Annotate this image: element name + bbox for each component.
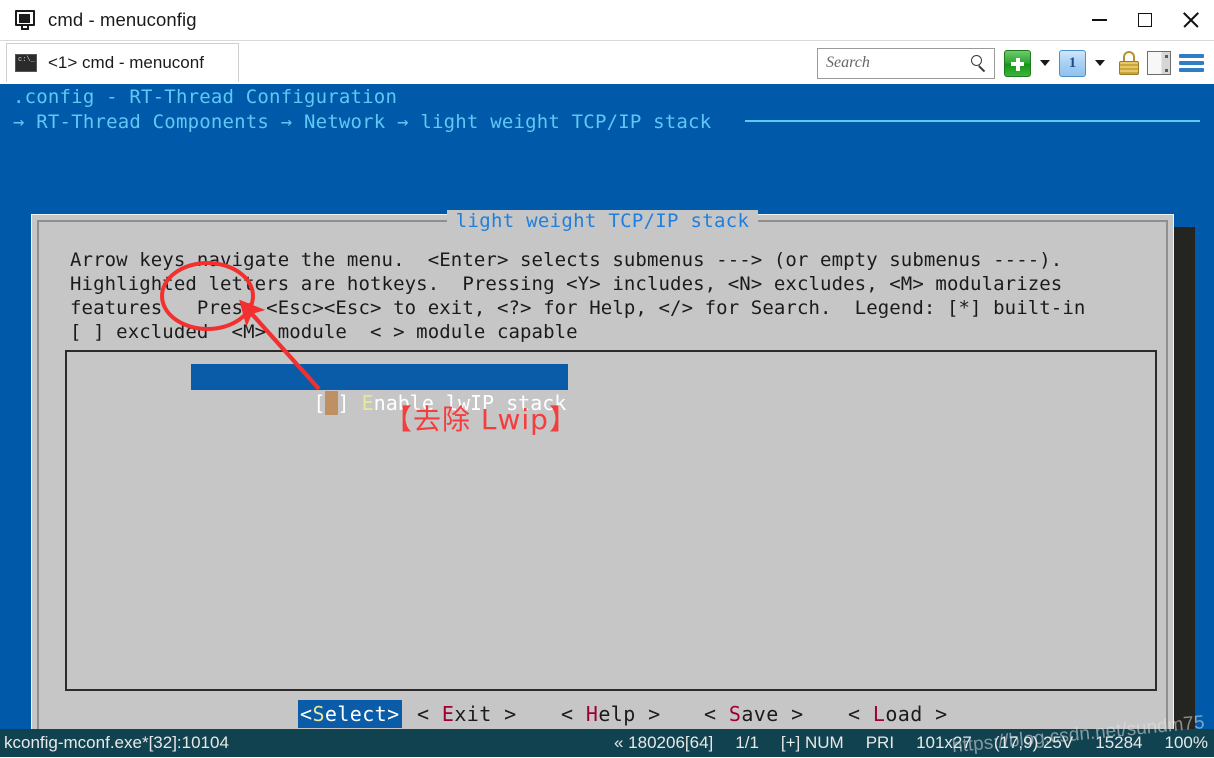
status-item-build: « 180206[64] bbox=[614, 733, 714, 752]
checkbox-close-bracket: ] bbox=[337, 391, 362, 415]
annotation-text: 【去除 Lwip】 bbox=[384, 403, 578, 436]
status-item-pri: PRI bbox=[865, 733, 895, 752]
config-title: .config - RT-Thread Configuration bbox=[13, 86, 398, 108]
panel-toggle-icon[interactable] bbox=[1147, 51, 1171, 75]
menu-item-hotkey: E bbox=[361, 391, 374, 415]
minimize-button[interactable] bbox=[1076, 0, 1122, 40]
tab-label: <1> cmd - menuconf bbox=[48, 53, 204, 72]
dialog-title-text: light weight TCP/IP stack bbox=[446, 210, 759, 232]
help-right-bracket: > bbox=[635, 702, 661, 726]
help-label: elp bbox=[598, 702, 636, 726]
save-button[interactable]: < Save > bbox=[704, 700, 804, 728]
load-hotkey: L bbox=[872, 702, 886, 726]
status-process: kconfig-mconf.exe*[32]:10104 bbox=[4, 733, 229, 752]
console-icon: c:\_ bbox=[15, 54, 37, 72]
lock-icon[interactable] bbox=[1118, 50, 1140, 76]
load-button[interactable]: < Load > bbox=[848, 700, 948, 728]
exit-right-bracket: > bbox=[491, 702, 517, 726]
select-right-bracket: > bbox=[387, 702, 400, 726]
help-hotkey: H bbox=[585, 702, 599, 726]
console-monitor-icon bbox=[14, 9, 36, 31]
exit-label: xit bbox=[454, 702, 492, 726]
status-bar: kconfig-mconf.exe*[32]:10104 « 180206[64… bbox=[0, 729, 1214, 757]
window-title-bar: cmd - menuconfig bbox=[0, 0, 1214, 41]
search-box[interactable] bbox=[817, 47, 995, 79]
maximize-button[interactable] bbox=[1122, 0, 1168, 40]
tab-toolbar-row: c:\_ <1> cmd - menuconf 1 bbox=[0, 41, 1214, 84]
console-icon-glyph: c:\_ bbox=[18, 56, 35, 64]
tab-number-button[interactable]: 1 bbox=[1059, 49, 1086, 77]
select-left-bracket: < bbox=[300, 702, 313, 726]
exit-hotkey: E bbox=[441, 702, 455, 726]
help-left-bracket: < bbox=[561, 702, 586, 726]
dialog-button-row: <Select> < Exit > < Help > < Save > < Lo… bbox=[39, 700, 1166, 728]
help-button[interactable]: < Help > bbox=[561, 700, 661, 728]
hamburger-menu-icon[interactable] bbox=[1179, 53, 1204, 73]
window-title: cmd - menuconfig bbox=[48, 9, 197, 30]
dialog-title: light weight TCP/IP stack bbox=[39, 210, 1166, 232]
toolbar: 1 bbox=[817, 45, 1206, 81]
annotation-arrow bbox=[239, 299, 321, 391]
load-right-bracket: > bbox=[922, 702, 948, 726]
exit-left-bracket: < bbox=[417, 702, 442, 726]
select-label: elect bbox=[324, 702, 388, 726]
load-label: oad bbox=[885, 702, 923, 726]
new-tab-button[interactable] bbox=[1004, 49, 1031, 77]
status-item-size: 101x27 bbox=[916, 733, 972, 752]
search-icon[interactable] bbox=[971, 54, 988, 72]
status-item-zoom: 100% bbox=[1164, 733, 1208, 752]
load-left-bracket: < bbox=[848, 702, 873, 726]
status-item-mem: 15284 bbox=[1095, 733, 1143, 752]
select-button[interactable]: <Select> bbox=[298, 700, 402, 728]
status-metrics: « 180206[64] 1/1 [+] NUM PRI 101x27 (17,… bbox=[614, 733, 1208, 753]
save-hotkey: S bbox=[728, 702, 742, 726]
save-label: ave bbox=[741, 702, 779, 726]
status-item-cursor: (17,9) 25V bbox=[993, 733, 1074, 752]
window-controls bbox=[1076, 0, 1214, 40]
console-area: .config - RT-Thread Configuration → RT-T… bbox=[0, 84, 1214, 729]
tab-number-group: 1 bbox=[1059, 49, 1114, 77]
breadcrumb-rule bbox=[745, 120, 1200, 122]
menu-list-box[interactable]: [ ] Enable lwIP stack bbox=[65, 350, 1157, 691]
select-hotkey: S bbox=[312, 702, 325, 726]
close-button[interactable] bbox=[1168, 0, 1214, 40]
tab-cmd-menuconf[interactable]: c:\_ <1> cmd - menuconf bbox=[6, 43, 239, 82]
status-item-num: [+] NUM bbox=[780, 733, 844, 752]
save-right-bracket: > bbox=[778, 702, 804, 726]
save-left-bracket: < bbox=[704, 702, 729, 726]
exit-button[interactable]: < Exit > bbox=[417, 700, 517, 728]
chevron-down-icon-new-tab[interactable] bbox=[1040, 60, 1050, 66]
new-tab-group bbox=[1004, 49, 1059, 77]
chevron-down-icon-tab-list[interactable] bbox=[1095, 60, 1105, 66]
search-input[interactable] bbox=[826, 54, 972, 72]
status-item-pages: 1/1 bbox=[735, 733, 759, 752]
breadcrumb: → RT-Thread Components → Network → light… bbox=[13, 111, 712, 133]
